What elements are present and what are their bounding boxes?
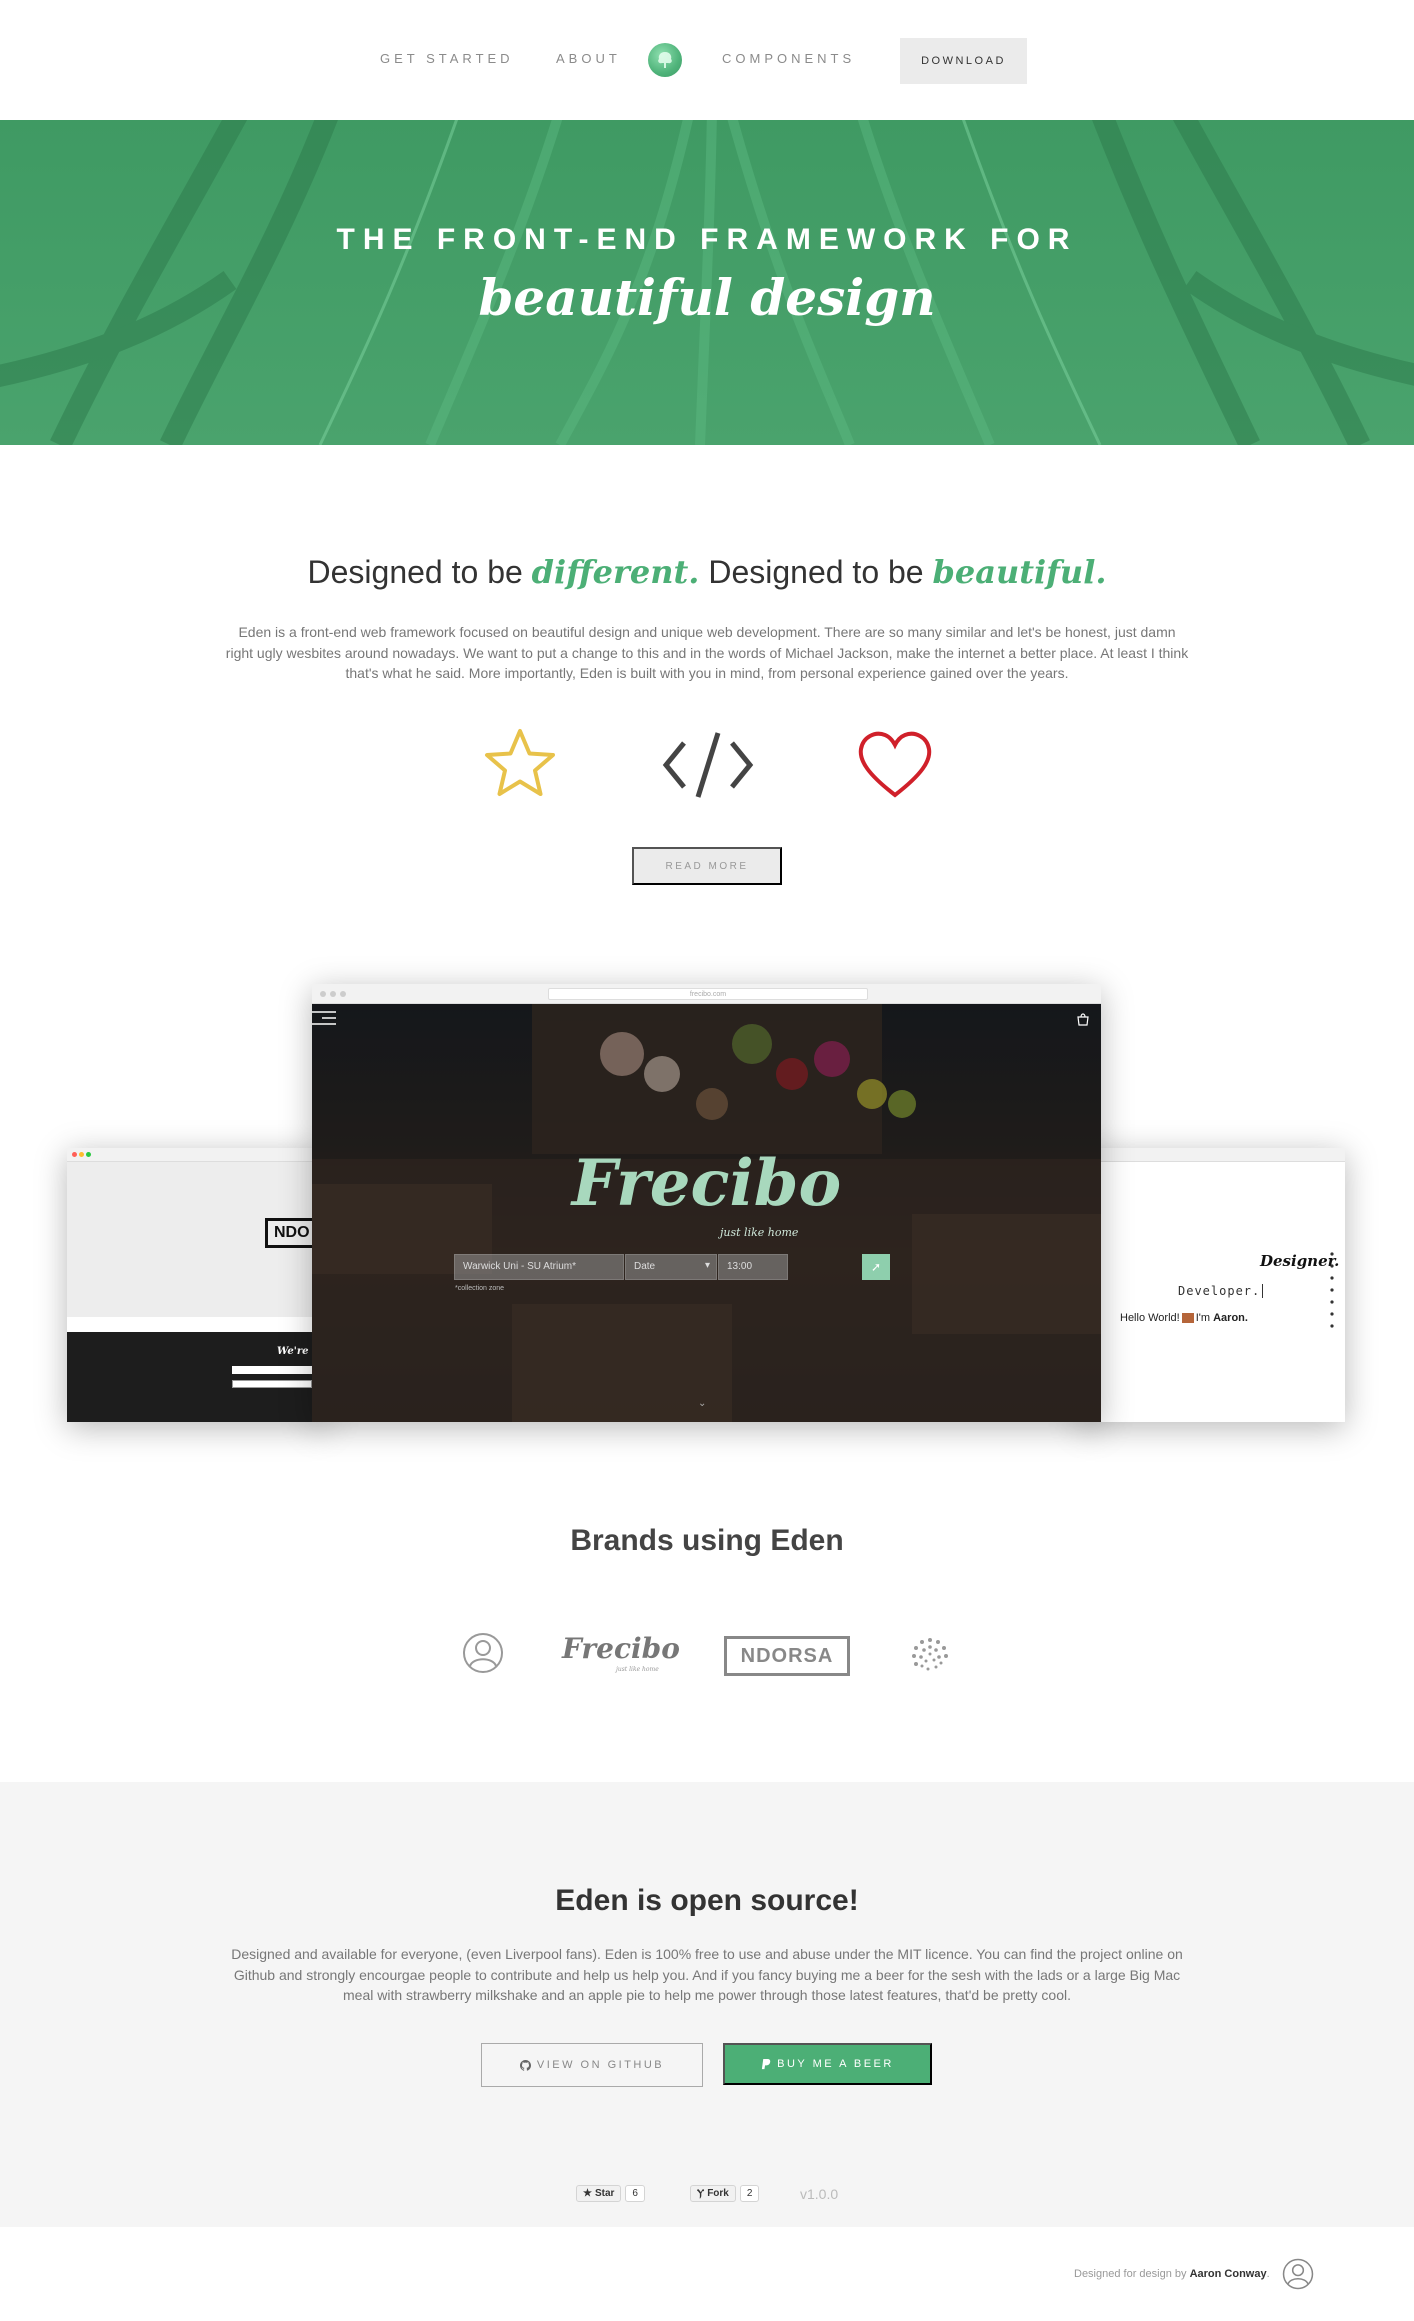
designer-title: Designer. <box>1260 1252 1340 1270</box>
nav-get-started[interactable]: GET STARTED <box>380 51 514 66</box>
brand-frecibo-name: Frecibo <box>562 1632 680 1665</box>
address-bar[interactable]: frecibo.com <box>548 988 868 1000</box>
top-nav: GET STARTED ABOUT COMPONENTS DOWNLOAD <box>0 0 1414 120</box>
left-site-mockup: NDO We're al <box>67 1148 335 1422</box>
nav-about[interactable]: ABOUT <box>556 51 621 66</box>
brand-ndorsa-logo: NDORSA <box>724 1636 850 1676</box>
collection-note: *collection zone <box>455 1285 505 1292</box>
github-label: VIEW ON GITHUB <box>536 2059 665 2071</box>
date-value: Date <box>634 1261 656 1272</box>
cart-icon[interactable] <box>1076 1012 1090 1031</box>
frecibo-mockup: frecibo.com Frecibo just like home Warwi… <box>312 984 1101 1422</box>
intro-word-different: different. <box>531 553 700 591</box>
view-on-github-button[interactable]: VIEW ON GITHUB <box>481 2043 703 2087</box>
frecibo-hero: Frecibo just like home Warwick Uni - SU … <box>312 1004 1101 1422</box>
intro-title-mid: Designed to be <box>699 554 933 590</box>
browser-chrome: frecibo.com <box>312 984 1101 1004</box>
read-more-button[interactable]: READ MORE <box>632 847 782 885</box>
intro-word-beautiful: beautiful. <box>932 553 1107 591</box>
left-site-input <box>232 1366 312 1374</box>
credit-post: . <box>1266 2268 1270 2280</box>
greeting-text: Hello World! I'm Aaron. <box>1120 1312 1248 1324</box>
fork-icon: Ⲩ <box>697 2187 705 2199</box>
rocket-search-button[interactable]: ➚ <box>862 1254 890 1280</box>
buy-me-a-beer-button[interactable]: BUY ME A BEER <box>723 2043 932 2085</box>
dot-nav[interactable] <box>1330 1250 1334 1330</box>
github-fork-button[interactable]: Ⲩ Fork <box>690 2184 736 2202</box>
date-select[interactable]: Date ▾ <box>625 1254 717 1280</box>
opensource-title: Eden is open source! <box>555 1884 859 1917</box>
code-icon <box>662 732 754 798</box>
footer-avatar-icon[interactable] <box>1282 2258 1314 2290</box>
hero-title: THE FRONT-END FRAMEWORK FOR <box>336 223 1078 256</box>
star-icon <box>485 729 555 796</box>
greeting-post: I'm <box>1195 1312 1211 1324</box>
intro-title-pre: Designed to be <box>307 554 532 590</box>
github-star-widget: ★ Star 6 <box>576 2183 645 2203</box>
browser-chrome <box>67 1148 327 1162</box>
star-small-icon: ★ <box>583 2187 592 2199</box>
hero-banner: THE FRONT-END FRAMEWORK FOR beautiful de… <box>0 120 1414 445</box>
left-site-footer: We're al <box>67 1332 327 1422</box>
fork-count[interactable]: 2 <box>739 2184 760 2202</box>
github-fork-widget: Ⲩ Fork 2 <box>690 2183 760 2203</box>
brand-dots-logo <box>912 1638 948 1671</box>
frecibo-tagline: just like home <box>720 1226 799 1239</box>
browser-chrome <box>1080 1148 1345 1162</box>
typed-text: Developer. <box>1178 1284 1264 1298</box>
greeting-name: Aaron. <box>1213 1312 1248 1324</box>
greeting-pre: Hello World! <box>1120 1312 1180 1324</box>
right-site-mockup: Designer. Developer. Hello World! I'm Aar… <box>1080 1148 1345 1422</box>
beer-emoji-icon <box>1181 1313 1194 1324</box>
location-field[interactable]: Warwick Uni - SU Atrium* <box>454 1254 624 1280</box>
brand-avatar-logo <box>463 1633 503 1673</box>
left-site-header: NDO <box>67 1162 335 1317</box>
heart-icon <box>858 731 932 798</box>
brand-frecibo-tagline: just like home <box>616 1666 659 1673</box>
menu-icon[interactable] <box>312 1010 338 1031</box>
tree-icon[interactable] <box>648 43 682 77</box>
opensource-section: Eden is open source! Designed and availa… <box>0 1782 1414 2227</box>
paypal-icon <box>762 2058 771 2069</box>
beer-label: BUY ME A BEER <box>777 2058 894 2070</box>
credit-pre: Designed for design by <box>1074 2268 1190 2280</box>
left-site-button <box>232 1380 312 1388</box>
opensource-text: Designed and available for everyone, (ev… <box>231 1946 1183 2003</box>
github-icon <box>519 2059 531 2071</box>
fork-label: Fork <box>707 2187 729 2199</box>
brands-title: Brands using Eden <box>570 1524 844 1557</box>
caret-down-icon: ▾ <box>704 1260 710 1271</box>
nav-components[interactable]: COMPONENTS <box>722 51 855 66</box>
download-button[interactable]: DOWNLOAD <box>900 38 1027 84</box>
intro-title: Designed to be different. Designed to be… <box>0 553 1414 591</box>
github-star-button[interactable]: ★ Star <box>576 2184 622 2202</box>
hero-script: beautiful design <box>478 268 936 327</box>
version-label: v1.0.0 <box>800 2186 839 2202</box>
scroll-down-icon[interactable]: ⌄ <box>698 1398 706 1409</box>
frecibo-logo: Frecibo <box>571 1146 842 1221</box>
star-label: Star <box>594 2187 615 2199</box>
time-field[interactable]: 13:00 <box>718 1254 788 1280</box>
intro-text: Eden is a front-end web framework focuse… <box>225 624 1189 681</box>
credit-name[interactable]: Aaron Conway <box>1190 2268 1267 2280</box>
brand-frecibo-logo: Frecibo just like home <box>562 1632 680 1676</box>
typed-value: Developer. <box>1178 1284 1261 1298</box>
star-count[interactable]: 6 <box>625 2184 645 2202</box>
footer-credit: Designed for design by Aaron Conway. <box>1074 2268 1270 2280</box>
